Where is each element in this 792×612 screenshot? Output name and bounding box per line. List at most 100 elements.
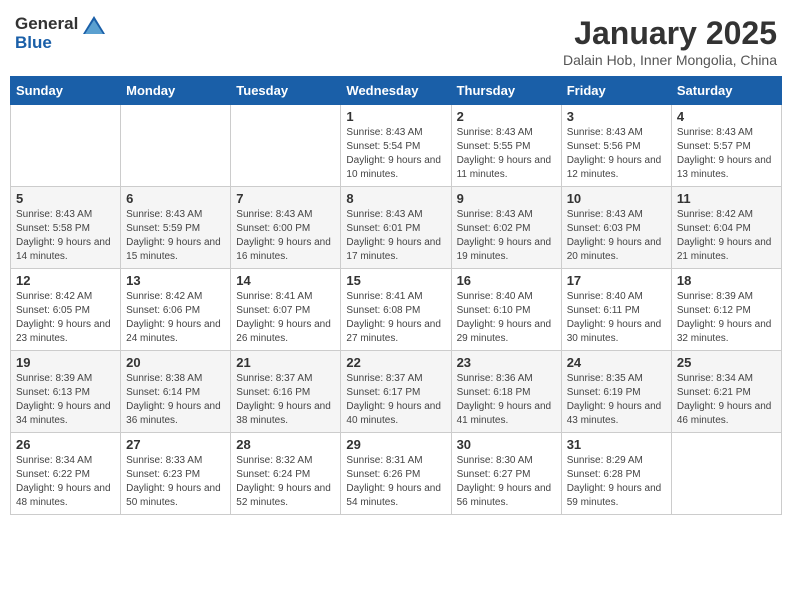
day-info: Sunrise: 8:42 AMSunset: 6:04 PMDaylight:… — [677, 209, 772, 262]
day-number: 27 — [126, 437, 225, 452]
calendar-day-cell-10: 10 Sunrise: 8:43 AMSunset: 6:03 PMDaylig… — [561, 187, 671, 269]
day-number: 7 — [236, 191, 335, 206]
day-number: 3 — [567, 109, 666, 124]
calendar-day-cell-12: 12 Sunrise: 8:42 AMSunset: 6:05 PMDaylig… — [11, 269, 121, 351]
day-number: 17 — [567, 273, 666, 288]
day-info: Sunrise: 8:43 AMSunset: 5:54 PMDaylight:… — [346, 127, 441, 180]
empty-day-cell — [11, 105, 121, 187]
day-info: Sunrise: 8:37 AMSunset: 6:17 PMDaylight:… — [346, 373, 441, 426]
day-info: Sunrise: 8:43 AMSunset: 5:56 PMDaylight:… — [567, 127, 662, 180]
day-number: 10 — [567, 191, 666, 206]
calendar-day-cell-31: 31 Sunrise: 8:29 AMSunset: 6:28 PMDaylig… — [561, 433, 671, 515]
calendar-day-cell-17: 17 Sunrise: 8:40 AMSunset: 6:11 PMDaylig… — [561, 269, 671, 351]
calendar-day-cell-6: 6 Sunrise: 8:43 AMSunset: 5:59 PMDayligh… — [121, 187, 231, 269]
day-info: Sunrise: 8:42 AMSunset: 6:05 PMDaylight:… — [16, 291, 111, 344]
day-info: Sunrise: 8:43 AMSunset: 6:03 PMDaylight:… — [567, 209, 662, 262]
logo: General Blue — [15, 15, 105, 52]
day-info: Sunrise: 8:40 AMSunset: 6:10 PMDaylight:… — [457, 291, 552, 344]
weekday-header-wednesday: Wednesday — [341, 77, 451, 105]
day-info: Sunrise: 8:34 AMSunset: 6:21 PMDaylight:… — [677, 373, 772, 426]
day-number: 18 — [677, 273, 776, 288]
calendar-day-cell-23: 23 Sunrise: 8:36 AMSunset: 6:18 PMDaylig… — [451, 351, 561, 433]
day-number: 15 — [346, 273, 445, 288]
calendar-day-cell-13: 13 Sunrise: 8:42 AMSunset: 6:06 PMDaylig… — [121, 269, 231, 351]
calendar-week-row: 12 Sunrise: 8:42 AMSunset: 6:05 PMDaylig… — [11, 269, 782, 351]
day-info: Sunrise: 8:36 AMSunset: 6:18 PMDaylight:… — [457, 373, 552, 426]
weekday-header-row: SundayMondayTuesdayWednesdayThursdayFrid… — [11, 77, 782, 105]
calendar-subtitle: Dalain Hob, Inner Mongolia, China — [563, 52, 777, 68]
calendar-day-cell-21: 21 Sunrise: 8:37 AMSunset: 6:16 PMDaylig… — [231, 351, 341, 433]
calendar-day-cell-28: 28 Sunrise: 8:32 AMSunset: 6:24 PMDaylig… — [231, 433, 341, 515]
day-info: Sunrise: 8:40 AMSunset: 6:11 PMDaylight:… — [567, 291, 662, 344]
day-number: 4 — [677, 109, 776, 124]
empty-day-cell — [671, 433, 781, 515]
day-info: Sunrise: 8:43 AMSunset: 5:55 PMDaylight:… — [457, 127, 552, 180]
calendar-day-cell-1: 1 Sunrise: 8:43 AMSunset: 5:54 PMDayligh… — [341, 105, 451, 187]
day-info: Sunrise: 8:41 AMSunset: 6:07 PMDaylight:… — [236, 291, 331, 344]
day-info: Sunrise: 8:38 AMSunset: 6:14 PMDaylight:… — [126, 373, 221, 426]
day-number: 21 — [236, 355, 335, 370]
calendar-day-cell-14: 14 Sunrise: 8:41 AMSunset: 6:07 PMDaylig… — [231, 269, 341, 351]
weekday-header-saturday: Saturday — [671, 77, 781, 105]
day-info: Sunrise: 8:43 AMSunset: 6:00 PMDaylight:… — [236, 209, 331, 262]
day-info: Sunrise: 8:37 AMSunset: 6:16 PMDaylight:… — [236, 373, 331, 426]
empty-day-cell — [121, 105, 231, 187]
calendar-day-cell-22: 22 Sunrise: 8:37 AMSunset: 6:17 PMDaylig… — [341, 351, 451, 433]
calendar-day-cell-7: 7 Sunrise: 8:43 AMSunset: 6:00 PMDayligh… — [231, 187, 341, 269]
day-info: Sunrise: 8:31 AMSunset: 6:26 PMDaylight:… — [346, 455, 441, 508]
day-number: 9 — [457, 191, 556, 206]
day-number: 29 — [346, 437, 445, 452]
day-info: Sunrise: 8:39 AMSunset: 6:13 PMDaylight:… — [16, 373, 111, 426]
empty-day-cell — [231, 105, 341, 187]
day-info: Sunrise: 8:43 AMSunset: 6:02 PMDaylight:… — [457, 209, 552, 262]
calendar-week-row: 26 Sunrise: 8:34 AMSunset: 6:22 PMDaylig… — [11, 433, 782, 515]
calendar-day-cell-9: 9 Sunrise: 8:43 AMSunset: 6:02 PMDayligh… — [451, 187, 561, 269]
calendar-day-cell-18: 18 Sunrise: 8:39 AMSunset: 6:12 PMDaylig… — [671, 269, 781, 351]
calendar-week-row: 19 Sunrise: 8:39 AMSunset: 6:13 PMDaylig… — [11, 351, 782, 433]
calendar-day-cell-5: 5 Sunrise: 8:43 AMSunset: 5:58 PMDayligh… — [11, 187, 121, 269]
day-number: 22 — [346, 355, 445, 370]
logo-blue: Blue — [15, 34, 105, 53]
calendar-day-cell-16: 16 Sunrise: 8:40 AMSunset: 6:10 PMDaylig… — [451, 269, 561, 351]
logo-general: General — [15, 15, 105, 34]
weekday-header-friday: Friday — [561, 77, 671, 105]
day-info: Sunrise: 8:30 AMSunset: 6:27 PMDaylight:… — [457, 455, 552, 508]
day-number: 16 — [457, 273, 556, 288]
weekday-header-thursday: Thursday — [451, 77, 561, 105]
calendar-day-cell-3: 3 Sunrise: 8:43 AMSunset: 5:56 PMDayligh… — [561, 105, 671, 187]
day-number: 23 — [457, 355, 556, 370]
day-info: Sunrise: 8:29 AMSunset: 6:28 PMDaylight:… — [567, 455, 662, 508]
calendar-day-cell-15: 15 Sunrise: 8:41 AMSunset: 6:08 PMDaylig… — [341, 269, 451, 351]
day-info: Sunrise: 8:42 AMSunset: 6:06 PMDaylight:… — [126, 291, 221, 344]
day-info: Sunrise: 8:41 AMSunset: 6:08 PMDaylight:… — [346, 291, 441, 344]
day-number: 19 — [16, 355, 115, 370]
day-number: 25 — [677, 355, 776, 370]
day-info: Sunrise: 8:43 AMSunset: 5:58 PMDaylight:… — [16, 209, 111, 262]
calendar-day-cell-11: 11 Sunrise: 8:42 AMSunset: 6:04 PMDaylig… — [671, 187, 781, 269]
day-number: 30 — [457, 437, 556, 452]
calendar-title: January 2025 — [563, 15, 777, 52]
calendar-day-cell-29: 29 Sunrise: 8:31 AMSunset: 6:26 PMDaylig… — [341, 433, 451, 515]
calendar-day-cell-25: 25 Sunrise: 8:34 AMSunset: 6:21 PMDaylig… — [671, 351, 781, 433]
calendar-week-row: 5 Sunrise: 8:43 AMSunset: 5:58 PMDayligh… — [11, 187, 782, 269]
calendar-day-cell-20: 20 Sunrise: 8:38 AMSunset: 6:14 PMDaylig… — [121, 351, 231, 433]
day-number: 6 — [126, 191, 225, 206]
calendar-day-cell-4: 4 Sunrise: 8:43 AMSunset: 5:57 PMDayligh… — [671, 105, 781, 187]
day-number: 28 — [236, 437, 335, 452]
day-info: Sunrise: 8:33 AMSunset: 6:23 PMDaylight:… — [126, 455, 221, 508]
calendar-day-cell-8: 8 Sunrise: 8:43 AMSunset: 6:01 PMDayligh… — [341, 187, 451, 269]
day-info: Sunrise: 8:34 AMSunset: 6:22 PMDaylight:… — [16, 455, 111, 508]
calendar-day-cell-27: 27 Sunrise: 8:33 AMSunset: 6:23 PMDaylig… — [121, 433, 231, 515]
day-number: 14 — [236, 273, 335, 288]
calendar-day-cell-19: 19 Sunrise: 8:39 AMSunset: 6:13 PMDaylig… — [11, 351, 121, 433]
calendar-day-cell-2: 2 Sunrise: 8:43 AMSunset: 5:55 PMDayligh… — [451, 105, 561, 187]
weekday-header-monday: Monday — [121, 77, 231, 105]
day-info: Sunrise: 8:35 AMSunset: 6:19 PMDaylight:… — [567, 373, 662, 426]
day-number: 26 — [16, 437, 115, 452]
weekday-header-sunday: Sunday — [11, 77, 121, 105]
day-number: 8 — [346, 191, 445, 206]
day-number: 12 — [16, 273, 115, 288]
calendar-week-row: 1 Sunrise: 8:43 AMSunset: 5:54 PMDayligh… — [11, 105, 782, 187]
calendar-title-section: January 2025 Dalain Hob, Inner Mongolia,… — [563, 15, 777, 68]
day-number: 20 — [126, 355, 225, 370]
